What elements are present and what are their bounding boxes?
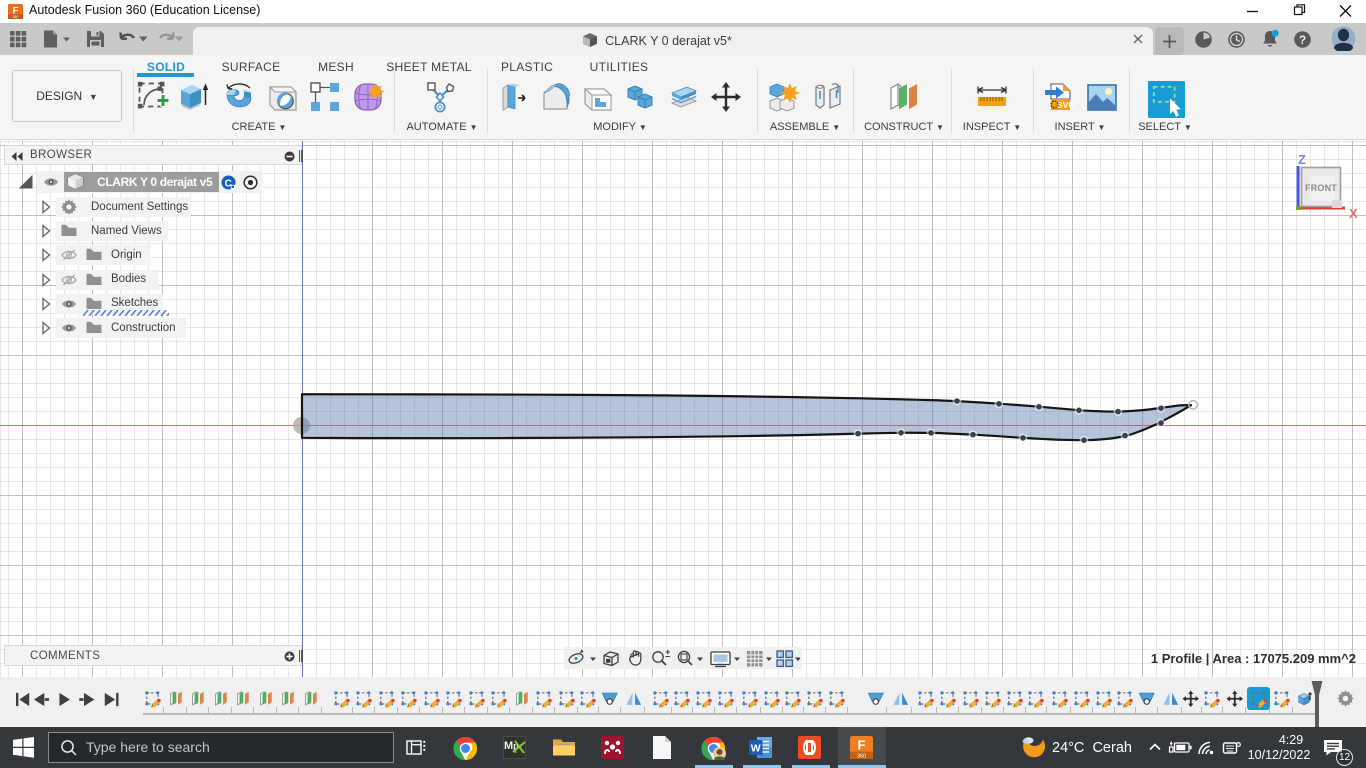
svg-text:SVG: SVG [1057,100,1075,110]
svg-text:?: ? [1299,33,1306,47]
svg-text:X: X [1349,206,1358,221]
svg-text:Z: Z [1298,152,1306,167]
svg-text:C: C [225,178,232,189]
svg-text:W: W [751,743,761,755]
svg-text:360: 360 [13,15,19,19]
svg-text:360: 360 [857,753,866,759]
svg-text:F: F [858,738,866,753]
svg-text:FRONT: FRONT [1305,183,1337,193]
